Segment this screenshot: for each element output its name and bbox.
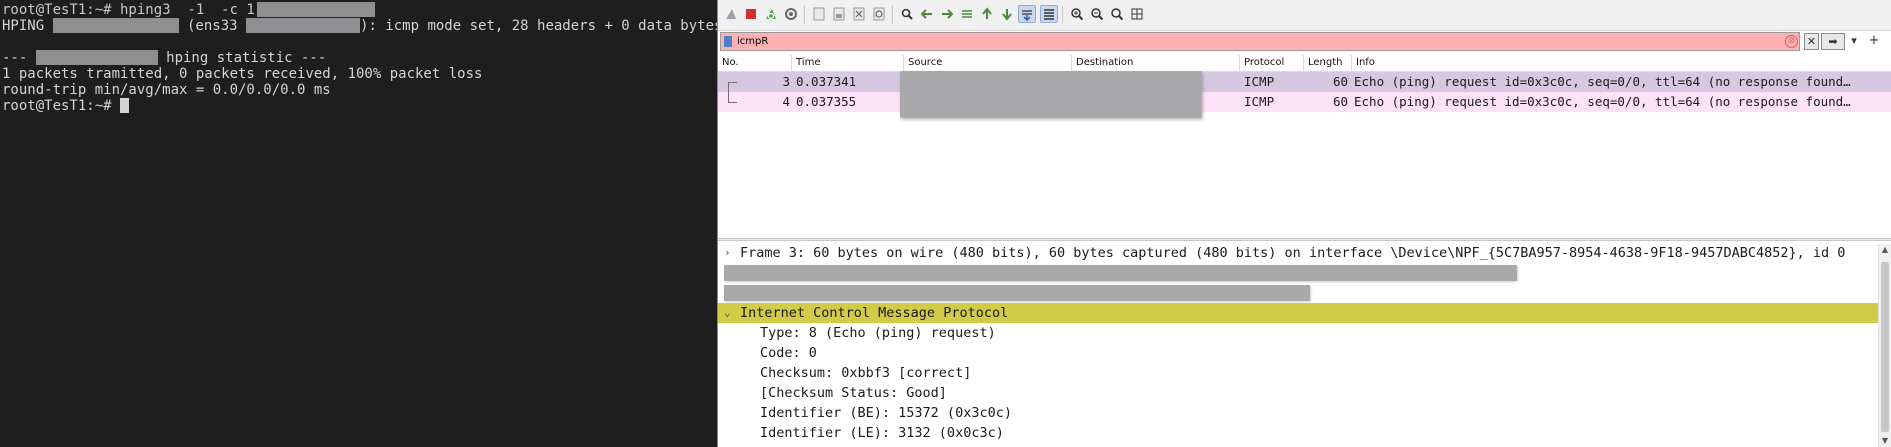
apply-filter-icon[interactable]: ➡: [1821, 33, 1845, 50]
terminal-output: root@TesT1:~# hping3 -1 -c 1 HPING (ens3…: [2, 2, 717, 114]
tree-field[interactable]: Checksum: 0xbbf3 [correct]: [718, 363, 1878, 383]
reload-file-icon[interactable]: [870, 5, 888, 23]
zoom-in-icon[interactable]: [1068, 5, 1086, 23]
scrollbar-thumb[interactable]: [1881, 262, 1889, 432]
wireshark-window: icmpR ⊘ ✕ ➡ ▾ + No. Time Source Destinat…: [717, 0, 1891, 447]
tree-field[interactable]: Type: 8 (Echo (ping) request): [718, 323, 1878, 343]
zoom-reset-icon[interactable]: [1108, 5, 1126, 23]
display-filter-text: icmpR: [737, 36, 769, 47]
column-header-info[interactable]: Info: [1352, 55, 1872, 71]
column-header-length[interactable]: Length: [1304, 55, 1352, 71]
tree-item-icmp[interactable]: ⌄ Internet Control Message Protocol: [718, 303, 1878, 323]
terminal-line: round-trip min/avg/max = 0.0/0.0/0.0 ms: [2, 82, 331, 98]
redacted-tree-item: [724, 265, 1517, 281]
terminal-line: 1 packets tramitted, 0 packets received,…: [2, 66, 483, 82]
tree-field[interactable]: [Checksum Status: Good]: [718, 383, 1878, 403]
autoscroll-icon[interactable]: [1018, 5, 1036, 23]
shark-fin-start-icon[interactable]: [722, 5, 740, 23]
clear-filter-icon[interactable]: ⊘: [1785, 35, 1798, 48]
scroll-down-icon[interactable]: ▼: [1879, 435, 1891, 447]
tree-item-frame[interactable]: › Frame 3: 60 bytes on wire (480 bits), …: [718, 243, 1878, 263]
open-file-icon[interactable]: [810, 5, 828, 23]
display-filter-bar: icmpR ⊘ ✕ ➡ ▾ +: [720, 32, 1888, 51]
capture-options-icon[interactable]: [782, 5, 800, 23]
add-filter-button-icon[interactable]: +: [1867, 33, 1881, 50]
filter-dropdown-icon[interactable]: ▾: [1847, 33, 1861, 50]
resize-columns-icon[interactable]: [1128, 5, 1146, 23]
terminal-line: HPING (ens33 ): icmp mode set, 28 header…: [2, 18, 717, 34]
zoom-out-icon[interactable]: [1088, 5, 1106, 23]
toolbar-separator: [804, 6, 805, 24]
packet-details-tree: › Frame 3: 60 bytes on wire (480 bits), …: [718, 243, 1878, 447]
column-header-no[interactable]: No.: [718, 55, 792, 71]
terminal-command: root@TesT1:~# hping3 -1 -c 1: [2, 2, 255, 18]
main-toolbar: [718, 0, 1891, 31]
bookmark-icon[interactable]: [724, 36, 732, 47]
packet-list-header: No. Time Source Destination Protocol Len…: [718, 55, 1891, 72]
row-link-marker: [728, 92, 737, 103]
toolbar-separator: [1062, 6, 1063, 24]
go-forward-icon[interactable]: [938, 5, 956, 23]
redacted-tree-item: [724, 285, 1310, 301]
packet-row[interactable]: 4 0.037355 ICMP 60 Echo (ping) request i…: [718, 92, 1891, 112]
last-packet-icon[interactable]: [998, 5, 1016, 23]
terminal-cursor: [120, 98, 130, 113]
column-header-protocol[interactable]: Protocol: [1240, 55, 1304, 71]
column-header-time[interactable]: Time: [792, 55, 904, 71]
tree-field[interactable]: Identifier (BE): 15372 (0x3c0c): [718, 403, 1878, 423]
go-back-icon[interactable]: [918, 5, 936, 23]
column-header-source[interactable]: Source: [904, 55, 1072, 71]
terminal-line: --- hping statistic ---: [2, 50, 327, 66]
close-file-icon[interactable]: [850, 5, 868, 23]
save-file-icon[interactable]: [830, 5, 848, 23]
display-filter-input[interactable]: icmpR ⊘: [720, 32, 1800, 51]
first-packet-icon[interactable]: [978, 5, 996, 23]
terminal-window[interactable]: root@TesT1:~# hping3 -1 -c 1 HPING (ens3…: [0, 0, 717, 447]
scroll-up-icon[interactable]: ▲: [1879, 244, 1891, 256]
terminal-line: root@TesT1:~# hping3 -1 -c 1: [2, 2, 717, 18]
redacted-host: [35, 50, 158, 65]
terminal-prompt-line[interactable]: root@TesT1:~#: [2, 98, 717, 114]
redacted-ip: [246, 18, 361, 33]
column-header-destination[interactable]: Destination: [1072, 55, 1240, 71]
close-filter-icon[interactable]: ✕: [1804, 33, 1819, 50]
find-packet-icon[interactable]: [898, 5, 916, 23]
toolbar-separator: [892, 6, 893, 24]
expand-arrow-icon[interactable]: ›: [724, 243, 731, 263]
redacted-host: [52, 18, 179, 33]
tree-field[interactable]: Code: 0: [718, 343, 1878, 363]
colorize-icon[interactable]: [1040, 5, 1058, 23]
pane-splitter[interactable]: [718, 238, 1891, 241]
redacted-addresses: [900, 71, 1202, 118]
details-scrollbar[interactable]: ▲ ▼: [1878, 244, 1891, 447]
tree-field[interactable]: Identifier (LE): 3132 (0x0c3c): [718, 423, 1878, 443]
restart-capture-icon[interactable]: [762, 5, 780, 23]
go-to-packet-icon[interactable]: [958, 5, 976, 23]
stop-capture-icon[interactable]: [742, 5, 760, 23]
packet-row[interactable]: 3 0.037341 ICMP 60 Echo (ping) request i…: [718, 72, 1891, 93]
collapse-arrow-icon[interactable]: ⌄: [724, 303, 731, 323]
redacted-target: [256, 2, 375, 17]
